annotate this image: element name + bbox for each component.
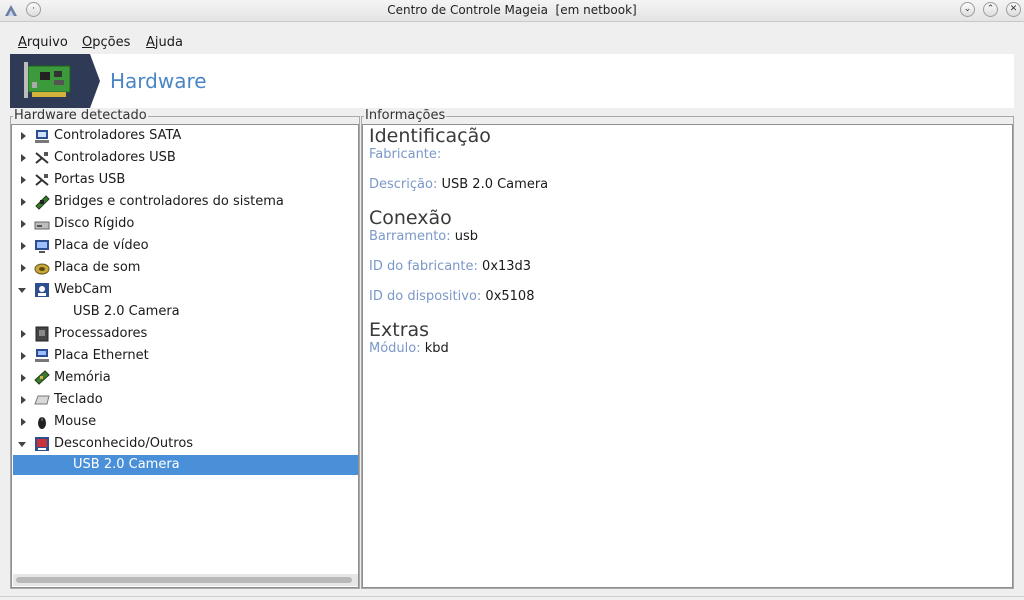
tree-node-sata[interactable]: Controladores SATA [13,125,358,147]
expander-collapsed-icon[interactable] [21,352,26,360]
pci-card-icon [10,54,90,108]
expander-expanded-icon[interactable] [18,442,26,447]
section-heading-extras: Extras [369,319,430,341]
bridge-icon [35,195,50,210]
unknown-device-icon [35,437,49,451]
tree-node-webcam-usb-camera[interactable]: USB 2.0 Camera [13,301,358,323]
tree-node-video-card[interactable]: Placa de vídeo [13,235,358,257]
tree-node-sound-card[interactable]: Placa de som [13,257,358,279]
menu-arquivo[interactable]: Arquivo [18,35,68,50]
tree-node-ethernet[interactable]: Placa Ethernet [13,345,358,367]
memory-icon [34,370,50,385]
field-fabricante: Fabricante: [369,147,442,162]
tree-node-mouse[interactable]: Mouse [13,411,358,433]
maximize-button[interactable]: ⌃ [983,2,998,17]
window-title: Centro de Controle Mageia [em netbook] [387,3,637,17]
sound-card-icon [34,263,50,275]
expander-collapsed-icon[interactable] [21,242,26,250]
tree-node-memory[interactable]: Memória [13,367,358,389]
hard-disk-icon [34,221,50,230]
usb-controller-icon [35,152,49,164]
info-panel: Identificação Fabricante: Descrição: USB… [362,124,1013,588]
keyboard-icon [34,395,50,405]
mouse-icon [38,417,46,429]
expander-expanded-icon[interactable] [18,288,26,293]
scrollbar-thumb[interactable] [16,577,352,583]
banner-notch [90,54,100,108]
tree-node-usb-controllers[interactable]: Controladores USB [13,147,358,169]
tree-node-unknown-usb-camera[interactable]: USB 2.0 Camera [13,455,358,475]
menu-ajuda[interactable]: Ajuda [146,35,183,50]
expander-collapsed-icon[interactable] [21,154,26,162]
close-button[interactable]: ✕ [1006,2,1021,17]
webcam-icon [35,283,49,297]
video-card-icon [35,240,49,253]
field-barramento: Barramento: usb [369,229,479,244]
expander-collapsed-icon[interactable] [21,396,26,404]
tree-node-bridges[interactable]: Bridges e controladores do sistema [13,191,358,213]
expander-collapsed-icon[interactable] [21,374,26,382]
tree-node-webcam[interactable]: WebCam [13,279,358,301]
tree-node-hard-disk[interactable]: Disco Rígido [13,213,358,235]
usb-port-icon [35,174,49,186]
tree-node-processors[interactable]: Processadores [13,323,358,345]
hardware-tree[interactable]: Controladores SATA Controladores USB Por… [11,124,359,588]
field-descricao: Descrição: USB 2.0 Camera [369,177,549,192]
field-id-dispositivo: ID do dispositivo: 0x5108 [369,289,535,304]
expander-collapsed-icon[interactable] [21,220,26,228]
field-modulo: Módulo: kbd [369,341,449,356]
field-id-fabricante: ID do fabricante: 0x13d3 [369,259,532,274]
section-heading-conexao: Conexão [369,207,452,229]
expander-collapsed-icon[interactable] [21,176,26,184]
tree-node-keyboard[interactable]: Teclado [13,389,358,411]
tree-node-unknown[interactable]: Desconhecido/Outros [13,433,358,455]
title-bar: · Centro de Controle Mageia [em netbook]… [0,0,1024,22]
tree-node-usb-ports[interactable]: Portas USB [13,169,358,191]
minimize-button[interactable]: ⌄ [960,2,975,17]
processor-icon [35,326,49,342]
ethernet-icon [35,349,49,362]
section-heading-identificacao: Identificação [369,125,491,147]
expander-collapsed-icon[interactable] [21,418,26,426]
banner: Hardware [10,54,1014,108]
sata-controller-icon [35,130,49,143]
horizontal-scrollbar[interactable] [13,574,358,586]
expander-collapsed-icon[interactable] [21,198,26,206]
hardware-frame-label: Hardware detectado [13,108,148,123]
window-bottom-border [0,596,1024,597]
expander-collapsed-icon[interactable] [21,264,26,272]
expander-collapsed-icon[interactable] [21,132,26,140]
info-frame-label: Informações [364,108,447,123]
banner-title: Hardware [110,69,207,93]
menu-opcoes[interactable]: Opções [82,35,130,50]
expander-collapsed-icon[interactable] [21,330,26,338]
